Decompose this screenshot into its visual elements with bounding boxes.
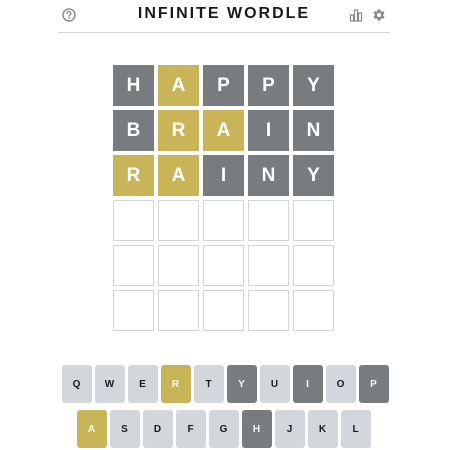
board-tile: P bbox=[203, 65, 244, 106]
board-tile: I bbox=[248, 110, 289, 151]
board-tile bbox=[293, 245, 334, 286]
board-tile: I bbox=[203, 155, 244, 196]
board-tile bbox=[248, 290, 289, 331]
key-h[interactable]: H bbox=[241, 410, 272, 448]
key-w[interactable]: W bbox=[94, 365, 125, 403]
keyboard-row: ASDFGHJKL bbox=[0, 410, 450, 448]
board-tile bbox=[293, 200, 334, 241]
board-tile bbox=[203, 200, 244, 241]
board-tile bbox=[203, 245, 244, 286]
key-l[interactable]: L bbox=[340, 410, 371, 448]
board-tile bbox=[248, 200, 289, 241]
game-board: HAPPYBRAINRAINY bbox=[113, 65, 334, 331]
key-q[interactable]: Q bbox=[61, 365, 92, 403]
key-d[interactable]: D bbox=[142, 410, 173, 448]
board-tile bbox=[248, 245, 289, 286]
gear-icon[interactable] bbox=[371, 7, 387, 23]
key-k[interactable]: K bbox=[307, 410, 338, 448]
keyboard-row: QWERTYUIOP bbox=[0, 365, 450, 403]
board-tile: A bbox=[158, 65, 199, 106]
on-screen-keyboard: QWERTYUIOP ASDFGHJKL bbox=[0, 365, 450, 450]
key-f[interactable]: F bbox=[175, 410, 206, 448]
key-u[interactable]: U bbox=[259, 365, 290, 403]
board-tile: H bbox=[113, 65, 154, 106]
board-tile bbox=[113, 200, 154, 241]
board-tile bbox=[158, 200, 199, 241]
header: INFINITE WORDLE bbox=[58, 0, 390, 33]
board-tile: P bbox=[248, 65, 289, 106]
key-j[interactable]: J bbox=[274, 410, 305, 448]
board-tile bbox=[158, 290, 199, 331]
board-tile: A bbox=[203, 110, 244, 151]
board-tile bbox=[158, 245, 199, 286]
key-p[interactable]: P bbox=[358, 365, 389, 403]
key-a[interactable]: A bbox=[76, 410, 107, 448]
board-tile: R bbox=[158, 110, 199, 151]
key-y[interactable]: Y bbox=[226, 365, 257, 403]
board-tile bbox=[113, 245, 154, 286]
key-s[interactable]: S bbox=[109, 410, 140, 448]
board-tile: N bbox=[248, 155, 289, 196]
wordle-app: INFINITE WORDLE HAPPYBRAINRAINY QWERTYUI… bbox=[0, 0, 450, 450]
board-tile bbox=[293, 290, 334, 331]
board-tile bbox=[113, 290, 154, 331]
key-g[interactable]: G bbox=[208, 410, 239, 448]
bar-chart-icon[interactable] bbox=[348, 7, 364, 23]
key-t[interactable]: T bbox=[193, 365, 224, 403]
board-tile: B bbox=[113, 110, 154, 151]
board-tile: Y bbox=[293, 65, 334, 106]
key-i[interactable]: I bbox=[292, 365, 323, 403]
key-r[interactable]: R bbox=[160, 365, 191, 403]
key-e[interactable]: E bbox=[127, 365, 158, 403]
board-tile bbox=[203, 290, 244, 331]
board-tile: R bbox=[113, 155, 154, 196]
page-title: INFINITE WORDLE bbox=[137, 5, 311, 22]
board-tile: Y bbox=[293, 155, 334, 196]
key-o[interactable]: O bbox=[325, 365, 356, 403]
board-tile: A bbox=[158, 155, 199, 196]
board-tile: N bbox=[293, 110, 334, 151]
